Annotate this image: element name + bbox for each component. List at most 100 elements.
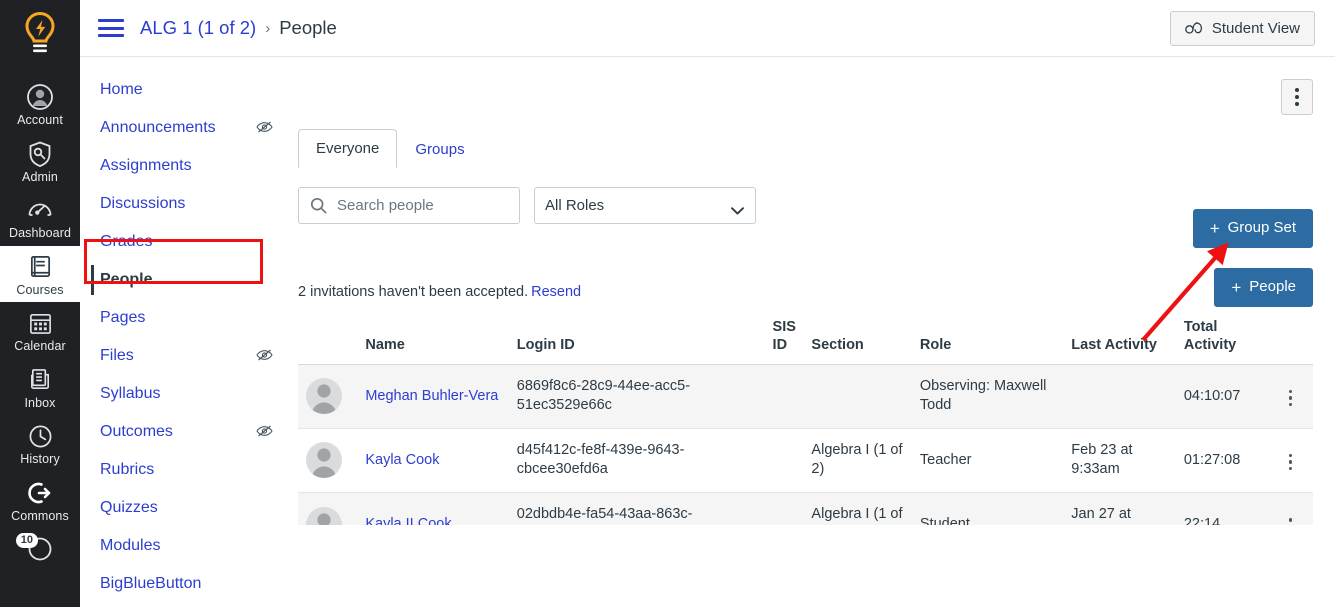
more-options-vertical-icon[interactable] [1281,79,1313,115]
people-content: Everyone Groups + Group Set Search peopl… [290,57,1335,607]
table-row[interactable]: Kayla II Cook 02dbdb4e-fa54-43aa-863c-ae… [298,492,1313,525]
course-nav-item-pages[interactable]: Pages [80,299,290,337]
course-nav-item-grades[interactable]: Grades [80,223,290,261]
cell-name: Kayla Cook [357,428,509,494]
cell-section [803,364,912,429]
roster-table: Name Login ID SIS ID Section Role Last A… [298,313,1313,525]
cell-total-activity: 22:14 [1175,492,1268,525]
cell-role: Observing: Maxwell Todd [911,364,1064,429]
table-row[interactable]: Meghan Buhler-Vera 6869f8c6-28c9-44ee-ac… [298,364,1313,429]
course-nav-item-quizzes[interactable]: Quizzes [80,489,290,527]
student-view-label: Student View [1211,19,1300,37]
hidden-from-students-eye-icon [256,120,273,136]
hidden-from-students-eye-icon [256,424,273,440]
global-nav-item-commons[interactable]: Commons [0,472,80,529]
global-nav-item-dashboard[interactable]: Dashboard [0,189,80,246]
lightbulb-logo-icon[interactable] [17,6,63,62]
tab-label: Groups [415,141,465,158]
main-area: ALG 1 (1 of 2) › People Student View Hom… [80,0,1335,607]
global-nav-item-account[interactable]: Account [0,76,80,133]
tab-label: Everyone [316,140,380,157]
group-set-label: Group Set [1227,219,1296,237]
course-nav-label: Pages [100,309,146,326]
course-nav-label: Rubrics [100,461,155,478]
tab-everyone[interactable]: Everyone [298,129,398,168]
cell-row-menu [1267,364,1313,429]
resend-invitations-link[interactable]: Resend [531,284,581,300]
cell-login-id: d45f412c-fe8f-439e-9643-cbcee30efd6a [508,428,765,494]
row-more-options-icon[interactable] [1279,384,1303,413]
cell-row-menu [1267,428,1313,494]
cell-role: Teacher [911,428,1064,494]
global-nav-label: Calendar [14,339,66,353]
global-nav-label: Inbox [24,395,56,410]
global-nav-item-courses[interactable]: Courses [0,245,80,302]
cell-role: Student [911,492,1064,525]
page-header: ALG 1 (1 of 2) › People Student View [80,0,1335,57]
breadcrumb: ALG 1 (1 of 2) › People [140,17,337,39]
role-filter-select[interactable]: All Roles [534,186,756,224]
global-nav-item-admin[interactable]: Admin [0,133,80,190]
add-group-set-button[interactable]: + Group Set [1192,209,1313,248]
row-more-options-icon[interactable] [1279,512,1303,524]
cell-name: Kayla II Cook [357,492,509,525]
course-nav-item-bigbluebutton[interactable]: BigBlueButton [80,565,290,603]
person-name-link[interactable]: Kayla II Cook [365,516,451,525]
breadcrumb-current: People [279,17,337,38]
course-nav-item-assignments[interactable]: Assignments [80,147,290,185]
add-people-button[interactable]: + People [1214,268,1313,307]
add-people-label: People [1249,278,1296,296]
person-name-link[interactable]: Meghan Buhler-Vera [365,388,498,404]
inbox-tray-icon [26,366,54,394]
cell-sis-id [764,492,804,525]
cell-total-activity: 04:10:07 [1175,364,1268,429]
table-header-row: Name Login ID SIS ID Section Role Last A… [298,313,1313,365]
course-nav-item-announcements[interactable]: Announcements [80,109,290,147]
cell-login-id: 6869f8c6-28c9-44ee-acc5-51ec3529e66c [508,364,765,429]
hamburger-menu-icon[interactable] [98,17,124,39]
cell-sis-id [764,428,804,494]
global-nav-label: Admin [22,169,58,184]
cell-avatar [298,364,358,429]
course-nav-item-discussions[interactable]: Discussions [80,185,290,223]
gauge-icon [26,196,54,224]
global-nav-item-help[interactable]: 10 [0,528,80,563]
course-nav-item-outcomes[interactable]: Outcomes [80,413,290,451]
course-nav-item-files[interactable]: Files [80,337,290,375]
default-avatar-icon [306,442,342,479]
breadcrumb-course-link[interactable]: ALG 1 (1 of 2) [140,17,256,39]
global-nav-item-history[interactable]: History [0,415,80,472]
shield-wrench-icon [26,140,54,168]
global-nav-label: Courses [16,282,64,297]
col-last-activity: Last Activity [1063,313,1176,365]
invitations-notice-text: 2 invitations haven't been accepted. [298,283,529,300]
global-nav-item-inbox[interactable]: Inbox [0,359,80,416]
course-nav-label: People [100,271,153,288]
tab-groups[interactable]: Groups [397,130,482,168]
person-name-link[interactable]: Kayla Cook [365,452,439,468]
col-login-id: Login ID [508,313,765,365]
course-nav-label: Outcomes [100,423,173,440]
book-icon [26,253,54,281]
cell-name: Meghan Buhler-Vera [357,364,509,429]
course-nav-item-syllabus[interactable]: Syllabus [80,375,290,413]
course-nav-label: Home [100,81,143,98]
row-more-options-icon[interactable] [1279,448,1303,477]
course-nav-label: Quizzes [100,499,158,516]
search-input[interactable] [298,186,520,224]
eyeglasses-icon [1185,22,1205,34]
roster-table-scroll[interactable]: Name Login ID SIS ID Section Role Last A… [298,300,1313,525]
help-badge-count: 10 [15,533,38,549]
col-sis-id: SIS ID [764,313,804,365]
col-row-menu [1267,313,1313,365]
plus-icon: + [1231,278,1242,297]
course-nav-label: Syllabus [100,385,161,402]
course-nav-item-people[interactable]: People [80,261,290,299]
course-nav-item-home[interactable]: Home [80,71,290,109]
global-nav-item-calendar[interactable]: Calendar [0,302,80,359]
student-view-button[interactable]: Student View [1169,10,1315,46]
cell-last-activity: Jan 27 at 2:43pm [1063,492,1176,525]
table-row[interactable]: Kayla Cook d45f412c-fe8f-439e-9643-cbcee… [298,428,1313,494]
course-nav-item-rubrics[interactable]: Rubrics [80,451,290,489]
course-nav-item-modules[interactable]: Modules [80,527,290,565]
